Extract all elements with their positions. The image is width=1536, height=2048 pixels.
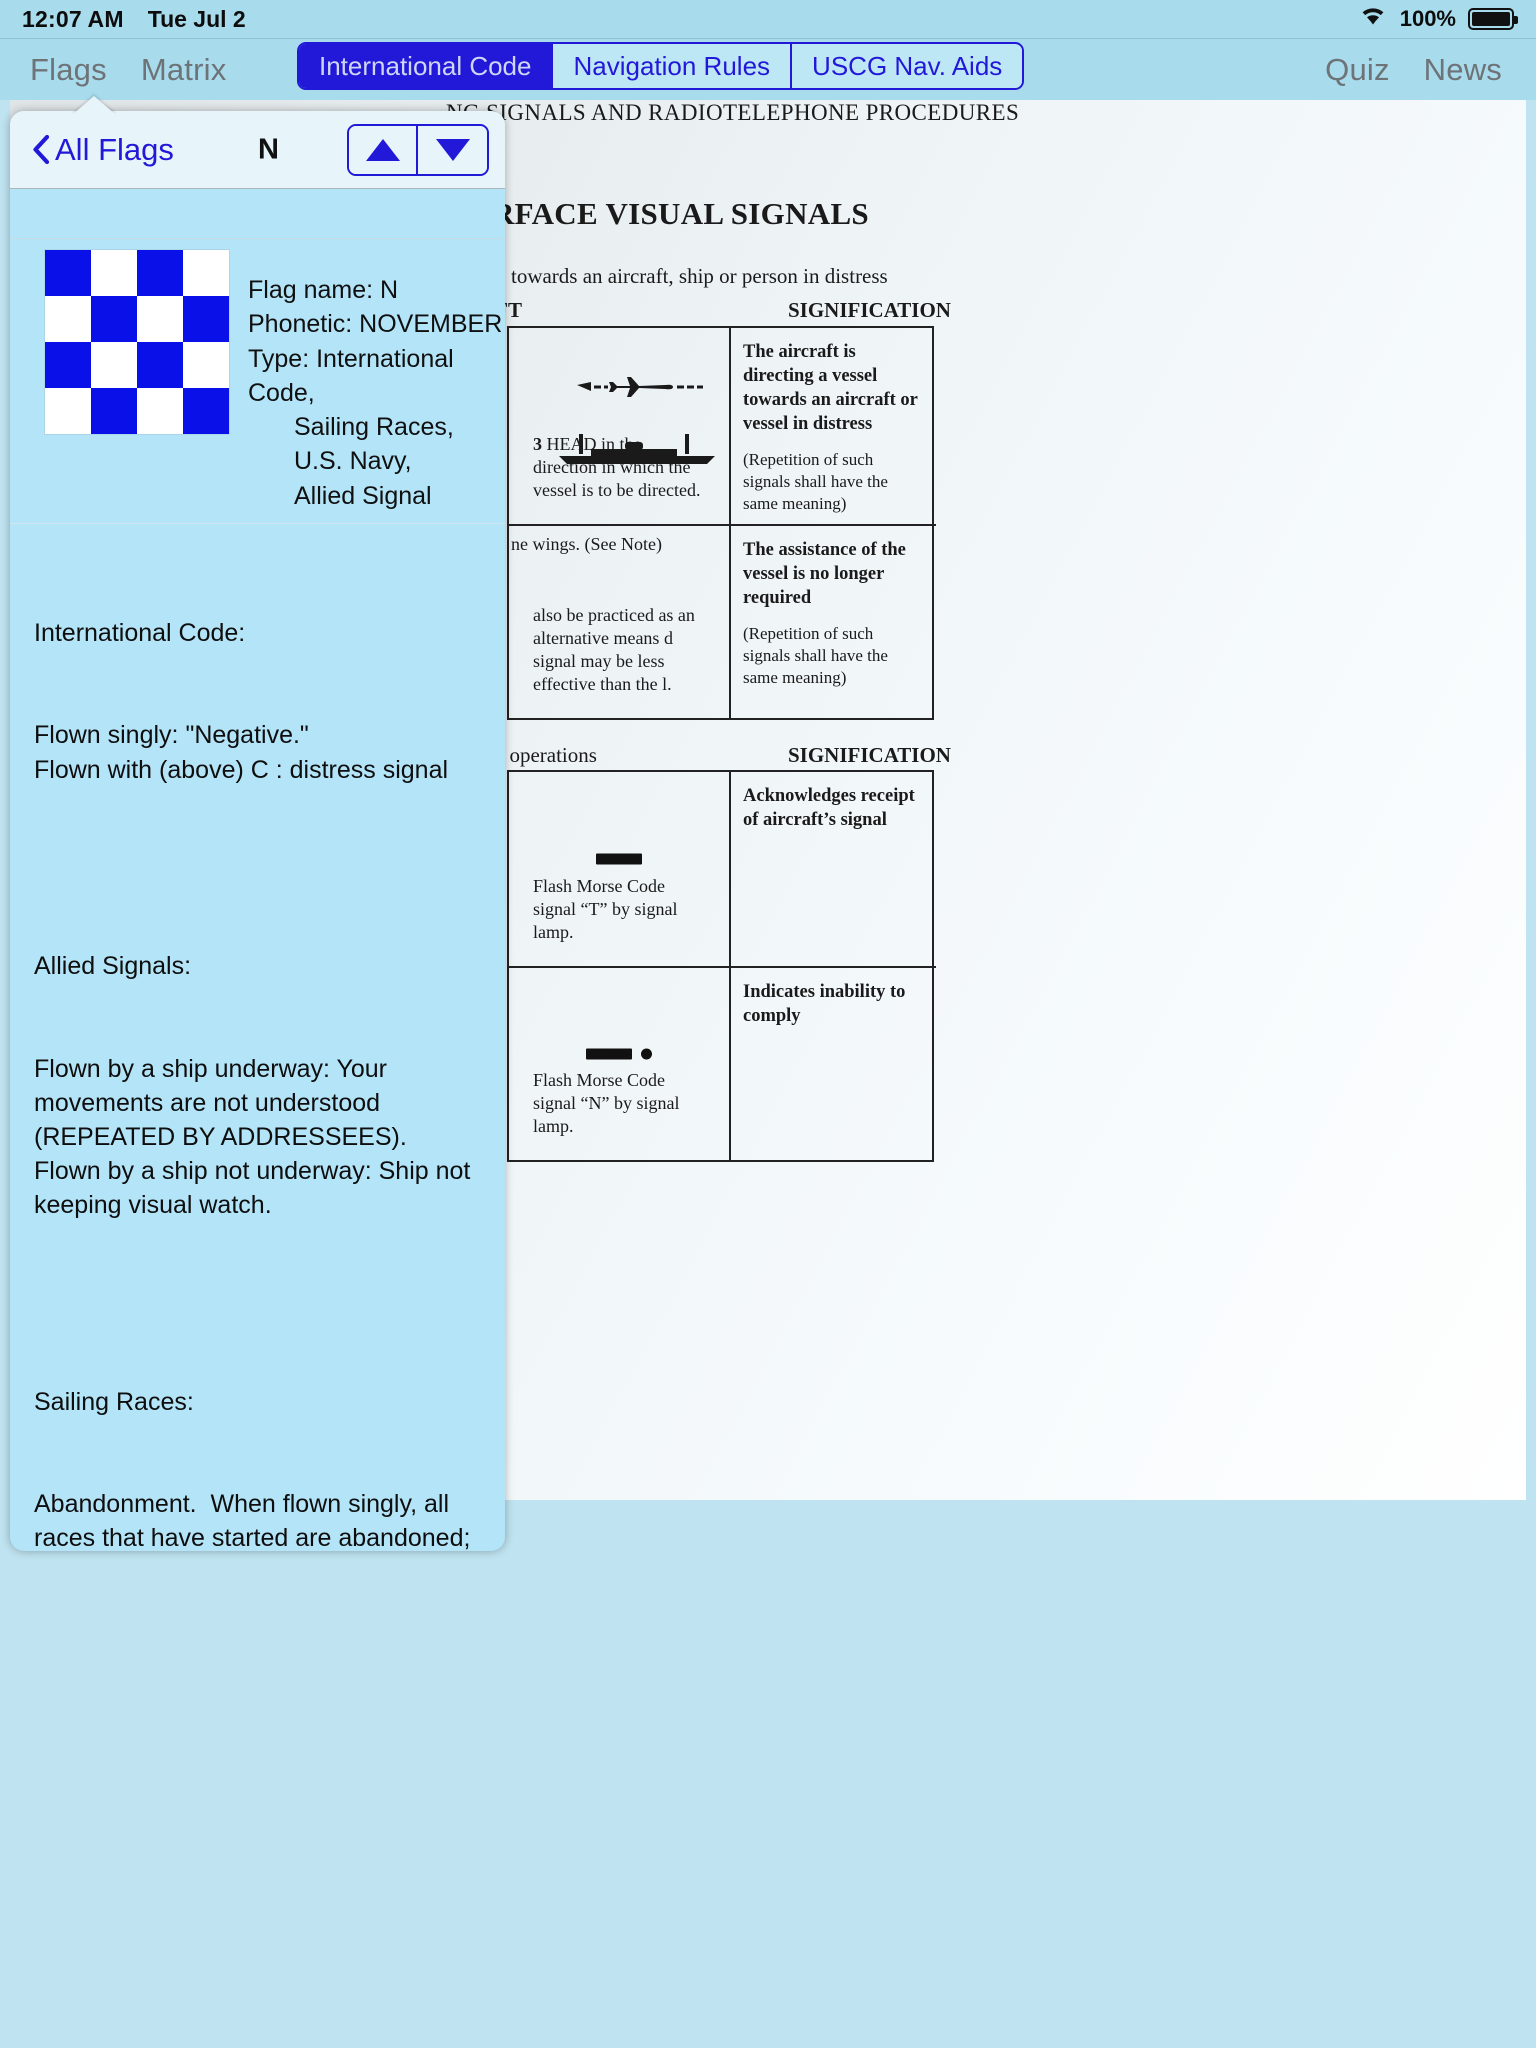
flag-cell-1-3 xyxy=(183,296,229,342)
flag-nav-arrow-group xyxy=(347,123,489,176)
section-allied-signals: Allied Signals: Flown by a ship underway… xyxy=(34,881,481,1291)
caption-number: 3 xyxy=(533,433,542,454)
signals-table-1: 3 HEAD in the direction in which the ves… xyxy=(507,326,936,720)
chevron-left-icon xyxy=(33,135,49,164)
back-button[interactable]: All Flags xyxy=(32,132,174,168)
battery-full-icon xyxy=(1468,8,1518,30)
wings-note-icon: ne wings. (See Note) also be practiced a… xyxy=(511,534,717,706)
aircraft-over-ship-icon: 3 HEAD in the direction in which the ves… xyxy=(521,340,717,512)
flag-image-november xyxy=(44,249,230,435)
table-row: Flash Morse Code signal “T” by signal la… xyxy=(509,772,731,968)
table-cell-signification: The aircraft is directing a vessel towar… xyxy=(731,328,936,526)
triangle-down-icon xyxy=(435,138,470,161)
tab-flags[interactable]: Flags xyxy=(30,52,107,88)
morse-dash-dot-icon: Flash Morse Code signal “N” by signal la… xyxy=(521,980,717,1148)
morse-glyphs xyxy=(586,1048,652,1060)
section-international-code: International Code: Flown singly: "Negat… xyxy=(34,548,481,855)
table-cell-caption: Flash Morse Code signal “T” by signal la… xyxy=(533,875,678,942)
column-header-signification-1: SIGNIFICATION xyxy=(788,298,951,322)
tab-quiz[interactable]: Quiz xyxy=(1325,52,1390,88)
previous-flag-button[interactable] xyxy=(349,125,418,174)
segment-uscg-nav-aids[interactable]: USCG Nav. Aids xyxy=(792,44,1023,88)
flag-cell-2-3 xyxy=(183,342,229,388)
flag-info-block: Flag name: N Phonetic: NOVEMBER Type: In… xyxy=(248,249,505,513)
segment-international-code[interactable]: International Code xyxy=(299,44,554,88)
popover-header: All Flags N xyxy=(10,111,505,189)
triangle-up-icon xyxy=(365,138,400,161)
document-running-header: NG SIGNALS AND RADIOTELEPHONE PROCEDURES xyxy=(446,100,1020,125)
popover-spacer xyxy=(10,189,505,239)
battery-percent: 100% xyxy=(1399,6,1456,31)
status-bar: 12:07 AM Tue Jul 2 100% xyxy=(0,0,1536,38)
status-date: Tue Jul 2 xyxy=(147,5,246,32)
table-cell-caption: Flash Morse Code signal “N” by signal la… xyxy=(533,1069,680,1136)
flag-cell-3-0 xyxy=(45,388,91,434)
signification-heading: Indicates inability to comply xyxy=(743,982,906,1027)
tab-news[interactable]: News xyxy=(1424,52,1502,88)
column-header-signification-2: SIGNIFICATION xyxy=(788,743,951,767)
signification-heading: Acknowledges receipt of aircraft’s signa… xyxy=(743,786,915,831)
flag-summary-row: Flag name: N Phonetic: NOVEMBER Type: In… xyxy=(10,239,505,524)
section-sailing-races: Sailing Races: Abandonment. When flown s… xyxy=(34,1316,481,1551)
flag-cell-3-2 xyxy=(137,388,183,434)
tab-matrix[interactable]: Matrix xyxy=(141,52,227,88)
flag-description-body: International Code: Flown singly: "Negat… xyxy=(10,524,505,1551)
morse-glyphs xyxy=(596,853,642,865)
section-body: Flown singly: "Negative." Flown with (ab… xyxy=(34,721,449,784)
section-heading: Allied Signals: xyxy=(34,952,192,981)
app-root: 12:07 AM Tue Jul 2 100% Flags Matrix Qui… xyxy=(0,0,1536,2048)
section-body: Flown by a ship underway: Your movements… xyxy=(34,1054,478,1220)
section-body: Abandonment. When flown singly, all race… xyxy=(34,1490,471,1551)
signification-heading: The assistance of the vessel is no longe… xyxy=(743,540,906,609)
flag-cell-2-0 xyxy=(45,342,91,388)
signification-note: (Repetition of such signals shall have t… xyxy=(743,624,888,688)
status-time: 12:07 AM xyxy=(22,5,124,32)
caption-text: HEAD in the direction in which the vesse… xyxy=(533,433,701,500)
morse-dash-icon: Flash Morse Code signal “T” by signal la… xyxy=(521,784,717,954)
flag-cell-1-1 xyxy=(91,296,137,342)
flag-type-line: Type: International Code, xyxy=(248,344,454,407)
wifi-icon xyxy=(1358,5,1388,33)
flag-cell-0-3 xyxy=(183,250,229,296)
flag-cell-1-0 xyxy=(45,296,91,342)
caption-top: ne wings. (See Note) xyxy=(511,534,662,554)
flag-cell-0-1 xyxy=(91,250,137,296)
popover-caret xyxy=(72,96,116,115)
flag-cell-0-2 xyxy=(137,250,183,296)
signals-table-2: Flash Morse Code signal “T” by signal la… xyxy=(507,770,936,1162)
signification-heading: The aircraft is directing a vessel towar… xyxy=(743,342,918,435)
flag-phonetic-line: Phonetic: NOVEMBER xyxy=(248,310,503,339)
flag-detail-popover: All Flags N Flag name: N Phonetic: NOVEM… xyxy=(10,111,505,1551)
table-cell-caption: 3 HEAD in the direction in which the ves… xyxy=(533,433,707,502)
next-flag-button[interactable] xyxy=(418,125,487,174)
table-cell-signification: Indicates inability to comply xyxy=(731,968,936,1160)
flag-cell-2-1 xyxy=(91,342,137,388)
flag-cell-0-0 xyxy=(45,250,91,296)
section-heading: International Code: xyxy=(34,619,246,647)
table-cell-signification: The assistance of the vessel is no longe… xyxy=(731,526,936,718)
signification-note: (Repetition of such signals shall have t… xyxy=(743,450,888,514)
flag-cell-2-2 xyxy=(137,342,183,388)
back-button-label: All Flags xyxy=(55,131,174,167)
table-row: ne wings. (See Note) also be practiced a… xyxy=(509,526,731,718)
table-row: Flash Morse Code signal “N” by signal la… xyxy=(509,968,731,1160)
flag-type-extra-2: U.S. Navy, xyxy=(294,447,412,476)
table-row: 3 HEAD in the direction in which the ves… xyxy=(509,328,731,526)
toolbar-left-group: Flags Matrix xyxy=(0,52,226,88)
segment-navigation-rules[interactable]: Navigation Rules xyxy=(553,44,793,88)
table-cell-caption: also be practiced as an alternative mean… xyxy=(533,604,695,694)
document-section-title: RFACE VISUAL SIGNALS xyxy=(492,196,869,231)
flag-name-line: Flag name: N xyxy=(248,276,399,304)
segmented-control: International Code Navigation Rules USCG… xyxy=(297,42,1025,90)
flag-cell-3-1 xyxy=(91,388,137,434)
status-right-group: 100% xyxy=(1358,5,1518,33)
section-heading: Sailing Races: xyxy=(34,1387,194,1416)
flag-type-extra-1: Sailing Races, xyxy=(294,413,454,441)
popover-title: N xyxy=(258,133,279,165)
flag-type-extra-3: Allied Signal xyxy=(294,481,432,510)
flag-cell-3-3 xyxy=(183,388,229,434)
flag-cell-1-2 xyxy=(137,296,183,342)
table-cell-signification: Acknowledges receipt of aircraft’s signa… xyxy=(731,772,936,968)
toolbar-right-group: Quiz News xyxy=(1325,52,1536,88)
